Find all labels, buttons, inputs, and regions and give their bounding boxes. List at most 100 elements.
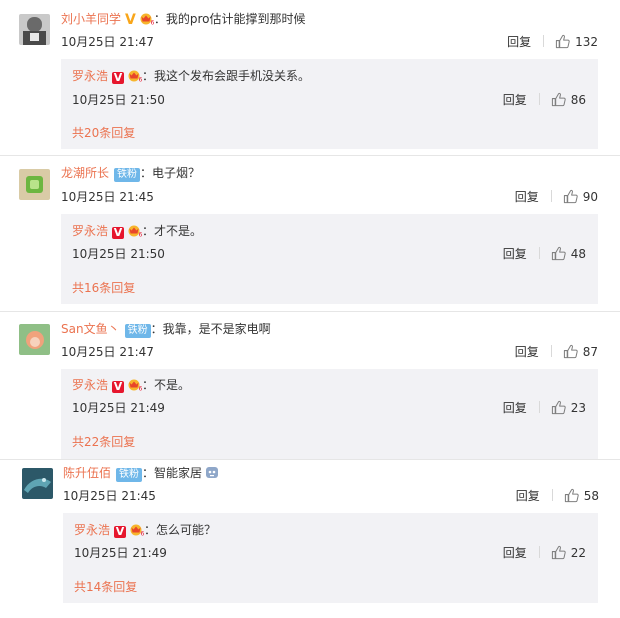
reply-header: 罗永浩 V ：不是。 [72,376,190,394]
comment-actions: 回复 58 [516,488,599,504]
reply-actions: 回复 86 [503,92,586,108]
reply-text: ：怎么可能？ [144,523,217,537]
comment-time: 10月25日 21:47 [61,35,154,49]
like-count: 87 [582,345,598,359]
reply-actions: 回复 22 [503,545,586,561]
comment-username[interactable]: 龙潮所长 [61,166,109,180]
comment-text: ：智能家居 [142,466,203,480]
reply-header: 罗永浩 V ：怎么可能？ [74,521,216,539]
avatar[interactable] [19,324,50,355]
avatar[interactable] [19,169,50,200]
reply-time: 10月25日 21:50 [72,93,165,107]
reply-username[interactable]: 罗永浩 [74,523,110,537]
total-replies-link[interactable]: 共16条回复 [72,280,135,296]
comment-header: 刘小羊同学 V ：我的pro估计能撑到那时候 [61,10,306,28]
reply-time: 10月25日 21:50 [72,247,165,261]
like-thumb-icon[interactable] [564,488,579,503]
reply-actions: 回复 48 [503,246,586,262]
comment-text: ：电子烟？ [140,166,201,180]
divider [538,93,540,105]
like-count: 22 [570,546,586,560]
comment-text: ：我的pro估计能撑到那时候 [153,12,306,26]
avatar[interactable] [22,468,53,499]
like-count: 86 [570,93,586,107]
like-thumb-icon[interactable] [563,189,578,204]
comment-header: 陈升伍佰 铁粉 ：智能家居 [63,464,220,482]
reply-username[interactable]: 罗永浩 [72,378,108,392]
like-count: 58 [583,489,599,503]
crown-badge-icon [126,224,142,237]
comment-time: 10月25日 21:45 [63,489,156,503]
reply-time: 10月25日 21:49 [74,546,167,560]
verified-red-icon: V [114,525,127,538]
reply-text: ：才不是。 [142,224,203,238]
comment-username[interactable]: 刘小羊同学 [61,12,121,26]
divider [538,546,540,558]
comment-time: 10月25日 21:47 [61,345,154,359]
verified-red-icon: V [112,226,125,239]
comment-actions: 回复 87 [515,344,598,360]
fan-badge: 铁粉 [114,168,141,182]
divider [0,155,620,156]
reply-header: 罗永浩 V ：我这个发布会跟手机没关系。 [72,67,310,85]
reply-button[interactable]: 回复 [515,190,539,204]
crown-badge-icon [126,69,142,82]
reply-box: 罗永浩 V ：才不是。 10月25日 21:50 回复 48 共16条回复 [61,214,598,304]
crown-badge-icon [128,523,144,536]
crown-badge-icon [126,378,142,391]
reply-username[interactable]: 罗永浩 [72,224,108,238]
reply-button[interactable]: 回复 [503,546,527,560]
comment-username[interactable]: 陈升伍佰 [63,466,111,480]
reply-button[interactable]: 回复 [503,93,527,107]
reply-text: ：我这个发布会跟手机没关系。 [142,69,311,83]
reply-button[interactable]: 回复 [507,35,531,49]
reply-actions: 回复 23 [503,400,586,416]
like-thumb-icon[interactable] [555,34,570,49]
reply-username[interactable]: 罗永浩 [72,69,108,83]
verified-gold-icon: V [125,12,136,28]
reply-time: 10月25日 21:49 [72,401,165,415]
reply-box: 罗永浩 V ：怎么可能？ 10月25日 21:49 回复 22 共14条回复 [63,513,598,603]
divider [550,190,552,202]
comment-time: 10月25日 21:45 [61,190,154,204]
fan-badge: 铁粉 [116,468,143,482]
reply-button[interactable]: 回复 [503,401,527,415]
fan-badge: 铁粉 [124,324,151,338]
like-count: 23 [570,401,586,415]
comment-actions: 回复 132 [507,34,598,50]
verified-red-icon: V [112,380,125,393]
reply-button[interactable]: 回复 [503,247,527,261]
comment-username[interactable]: San文鱼丶 [61,322,120,336]
verified-red-icon: V [112,71,125,84]
like-thumb-icon[interactable] [551,545,566,560]
reply-box: 罗永浩 V ：不是。 10月25日 21:49 回复 23 共22条回复 [61,369,598,459]
divider [538,247,540,259]
reply-text: ：不是。 [142,378,191,392]
avatar[interactable] [19,14,50,45]
reply-header: 罗永浩 V ：才不是。 [72,222,202,240]
crown-badge-icon [138,12,154,25]
like-count: 48 [570,247,586,261]
total-replies-link[interactable]: 共20条回复 [72,125,135,141]
emoji-icon [206,467,219,478]
reply-box: 罗永浩 V ：我这个发布会跟手机没关系。 10月25日 21:50 回复 86 共20… [61,59,598,149]
divider [0,311,620,312]
reply-button[interactable]: 回复 [516,489,540,503]
divider [550,345,552,357]
comment-header: 龙潮所长 铁粉 ：电子烟？ [61,164,200,182]
like-thumb-icon[interactable] [551,400,566,415]
like-thumb-icon[interactable] [551,92,566,107]
total-replies-link[interactable]: 共14条回复 [74,579,137,595]
divider [0,459,620,460]
like-thumb-icon[interactable] [563,344,578,359]
divider [551,489,553,501]
like-count: 90 [582,190,598,204]
divider [538,401,540,413]
like-count: 132 [575,35,598,49]
reply-button[interactable]: 回复 [515,345,539,359]
total-replies-link[interactable]: 共22条回复 [72,434,135,450]
comment-actions: 回复 90 [515,189,598,205]
divider [543,35,545,47]
comment-header: San文鱼丶 铁粉 ：我靠，是不是家电啊 [61,320,271,338]
like-thumb-icon[interactable] [551,246,566,261]
